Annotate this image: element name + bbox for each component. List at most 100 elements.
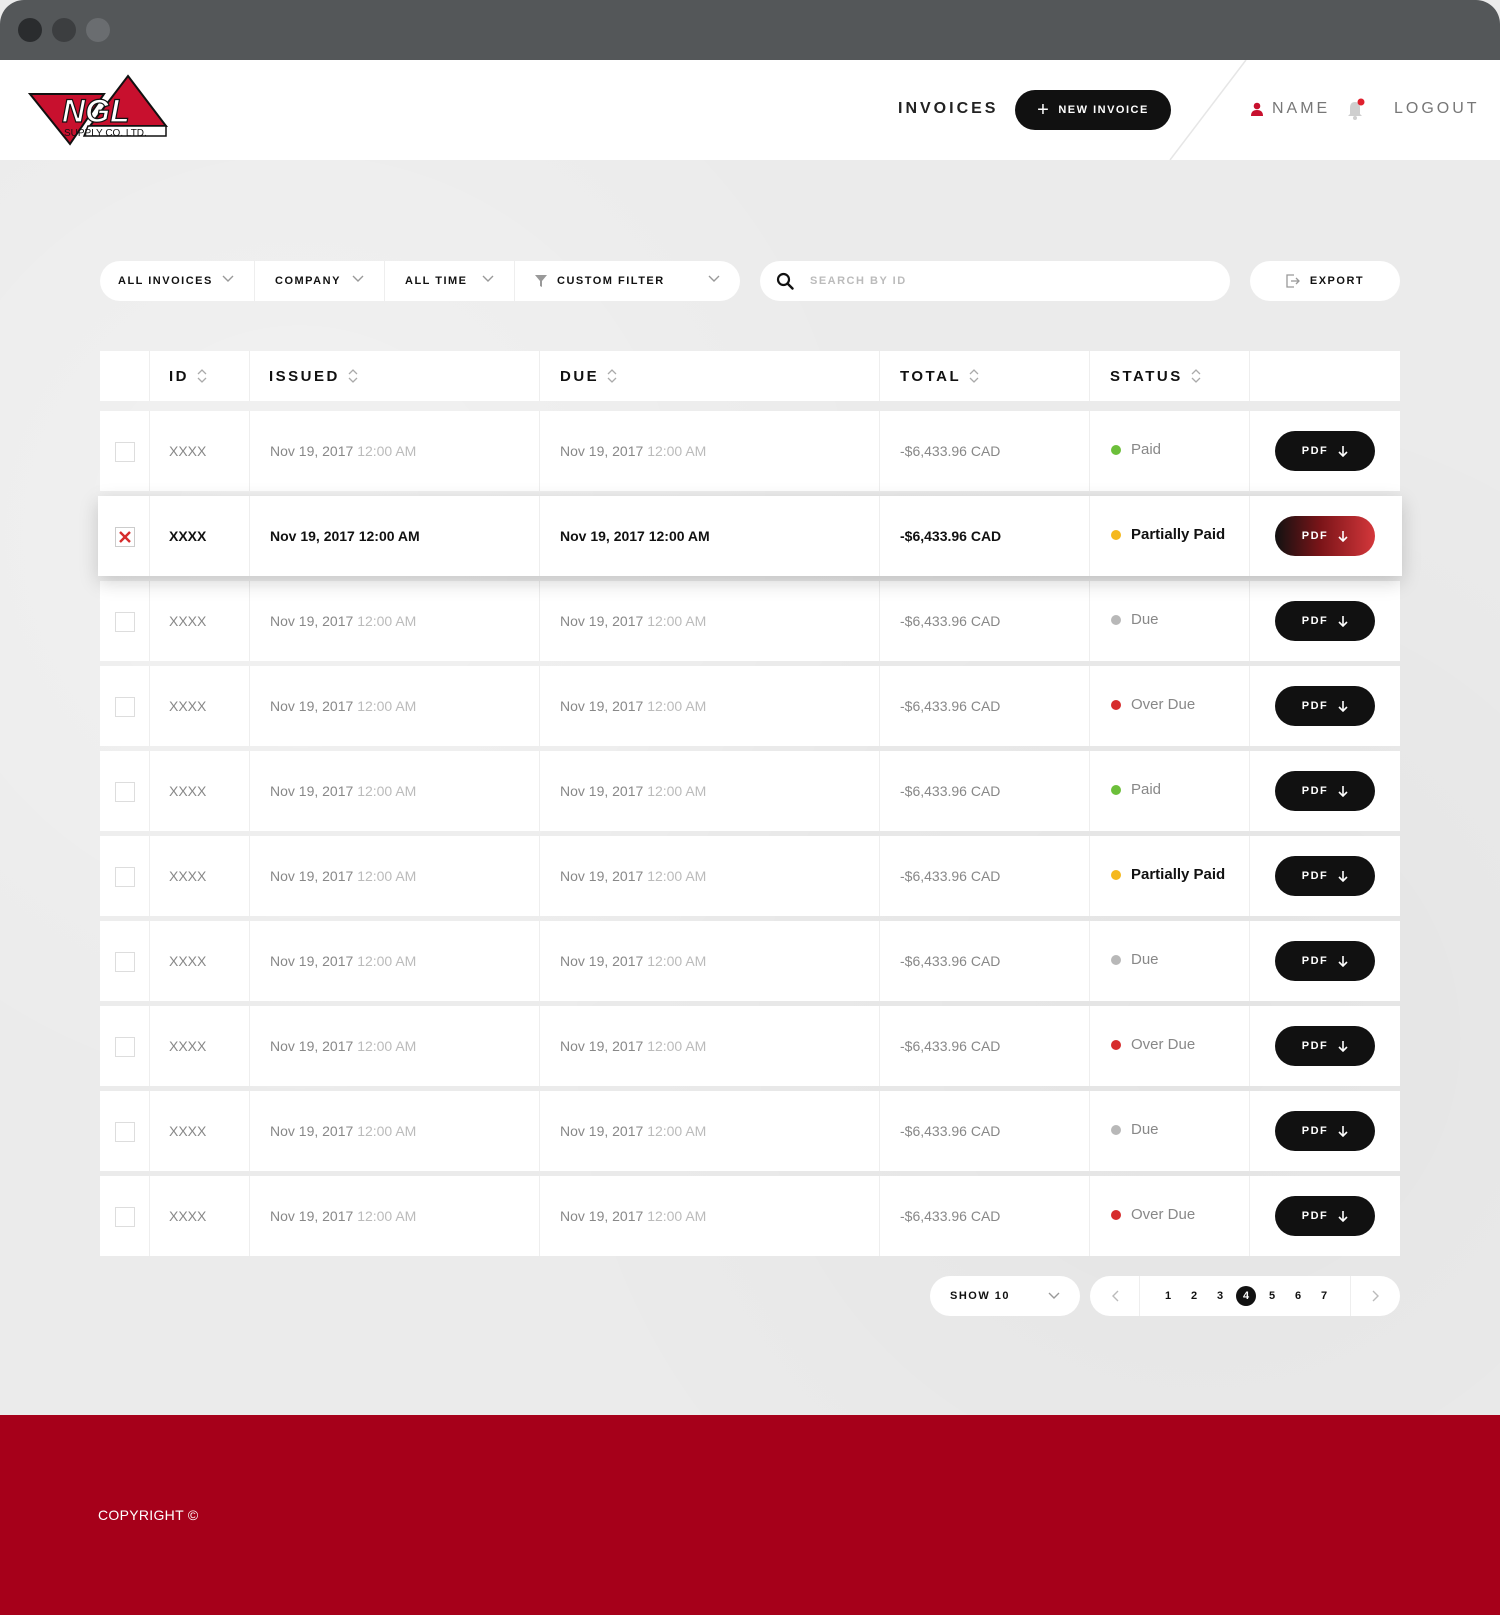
- due-time-value: 12:00 AM: [647, 1038, 707, 1054]
- logout-link[interactable]: LOGOUT: [1394, 100, 1480, 118]
- window-titlebar: [0, 0, 1500, 60]
- issued-time-value: 12:00 AM: [357, 783, 417, 799]
- issued-date: Nov 19, 2017 12:00 AM: [270, 528, 420, 544]
- column-divider: [249, 921, 250, 1001]
- arrow-down-icon: [1338, 616, 1348, 627]
- pdf-download-button[interactable]: PDF: [1275, 516, 1375, 556]
- table-row[interactable]: XXXX Nov 19, 2017 12:00 AM Nov 19, 2017 12…: [100, 1176, 1400, 1256]
- due-date: Nov 19, 2017 12:00 AM: [560, 528, 710, 544]
- user-name-label: NAME: [1272, 100, 1331, 117]
- pdf-download-button[interactable]: PDF: [1275, 1196, 1375, 1236]
- window-maximize-button[interactable]: [86, 18, 110, 42]
- table-row[interactable]: XXXX Nov 19, 2017 12:00 AM Nov 19, 2017 12…: [100, 1006, 1400, 1086]
- column-divider: [879, 836, 880, 916]
- status-label: Partially Paid: [1131, 866, 1226, 883]
- pdf-download-button[interactable]: PDF: [1275, 771, 1375, 811]
- page-number-button[interactable]: 1: [1158, 1286, 1178, 1306]
- invoice-total: -$6,433.96 CAD: [900, 1038, 1001, 1054]
- table-row[interactable]: XXXX Nov 19, 2017 12:00 AM Nov 19, 2017 12…: [100, 836, 1400, 916]
- table-row[interactable]: XXXX Nov 19, 2017 12:00 AM Nov 19, 2017 12…: [100, 411, 1400, 491]
- pdf-download-button[interactable]: PDF: [1275, 1111, 1375, 1151]
- page-number-button[interactable]: 7: [1314, 1286, 1334, 1306]
- row-checkbox[interactable]: [115, 867, 135, 887]
- company-dropdown[interactable]: COMPANY: [255, 261, 385, 301]
- due-time-value: 12:00 AM: [647, 953, 707, 969]
- row-checkbox[interactable]: [115, 952, 135, 972]
- column-divider: [1089, 411, 1090, 491]
- row-checkbox[interactable]: [115, 697, 135, 717]
- table-row[interactable]: XXXX Nov 19, 2017 12:00 AM Nov 19, 2017 12…: [100, 581, 1400, 661]
- table-row[interactable]: XXXX Nov 19, 2017 12:00 AM Nov 19, 2017 12…: [100, 666, 1400, 746]
- page-number-button[interactable]: 2: [1184, 1286, 1204, 1306]
- due-time-value: 12:00 AM: [647, 1123, 707, 1139]
- column-divider: [1249, 351, 1250, 401]
- pdf-label: PDF: [1301, 700, 1329, 712]
- table-row[interactable]: XXXX Nov 19, 2017 12:00 AM Nov 19, 2017 12…: [100, 1091, 1400, 1171]
- row-checkbox[interactable]: [115, 1037, 135, 1057]
- pdf-download-button[interactable]: PDF: [1275, 601, 1375, 641]
- invoice-total: -$6,433.96 CAD: [900, 443, 1001, 459]
- column-header-total[interactable]: TOTAL: [900, 351, 979, 401]
- pdf-download-button[interactable]: PDF: [1275, 686, 1375, 726]
- column-header-due[interactable]: DUE: [560, 351, 617, 401]
- row-checkbox[interactable]: [115, 527, 135, 547]
- window-minimize-button[interactable]: [52, 18, 76, 42]
- user-menu[interactable]: NAME: [1250, 100, 1330, 118]
- all-time-dropdown[interactable]: ALL TIME: [385, 261, 515, 301]
- invoice-id: XXXX: [169, 868, 207, 884]
- table-row[interactable]: XXXX Nov 19, 2017 12:00 AM Nov 19, 2017 12…: [100, 751, 1400, 831]
- column-divider: [1249, 496, 1250, 576]
- column-divider: [879, 496, 880, 576]
- page-number-button[interactable]: 6: [1288, 1286, 1308, 1306]
- prev-page-button[interactable]: [1090, 1276, 1140, 1316]
- all-invoices-dropdown[interactable]: ALL INVOICES: [100, 261, 255, 301]
- next-page-button[interactable]: [1350, 1276, 1400, 1316]
- due-date-value: Nov 19, 2017: [560, 443, 644, 459]
- ngl-logo[interactable]: NGL SUPPLY CO. LTD.: [28, 74, 174, 148]
- pdf-download-button[interactable]: PDF: [1275, 941, 1375, 981]
- window-close-button[interactable]: [18, 18, 42, 42]
- invoice-id: XXXX: [169, 528, 207, 544]
- invoice-id: XXXX: [169, 613, 207, 629]
- pdf-download-button[interactable]: PDF: [1275, 856, 1375, 896]
- issued-time-value: 12:00 AM: [357, 1038, 417, 1054]
- issued-date: Nov 19, 2017 12:00 AM: [270, 1123, 416, 1139]
- pdf-label: PDF: [1301, 530, 1329, 542]
- page-number-button[interactable]: 4: [1236, 1286, 1256, 1306]
- column-header-id[interactable]: ID: [169, 351, 207, 401]
- pdf-label: PDF: [1301, 445, 1329, 457]
- status-dot-icon: [1111, 1209, 1121, 1220]
- search-input[interactable]: [810, 261, 1210, 301]
- row-checkbox[interactable]: [115, 1122, 135, 1142]
- row-checkbox[interactable]: [115, 612, 135, 632]
- invoice-id: XXXX: [169, 698, 207, 714]
- column-divider: [539, 351, 540, 401]
- new-invoice-button[interactable]: + NEW INVOICE: [1015, 90, 1171, 130]
- sort-icon: [197, 369, 207, 383]
- pdf-download-button[interactable]: PDF: [1275, 431, 1375, 471]
- nav-invoices-link[interactable]: INVOICES: [898, 100, 998, 118]
- column-divider: [149, 751, 150, 831]
- column-divider: [249, 411, 250, 491]
- row-checkbox[interactable]: [115, 1207, 135, 1227]
- page-number-button[interactable]: 5: [1262, 1286, 1282, 1306]
- column-header-status[interactable]: STATUS: [1110, 351, 1201, 401]
- show-per-page-dropdown[interactable]: SHOW 10: [930, 1276, 1080, 1316]
- table-row[interactable]: XXXX Nov 19, 2017 12:00 AM Nov 19, 2017 12…: [98, 496, 1402, 576]
- status-dot-icon: [1111, 529, 1121, 540]
- export-button[interactable]: EXPORT: [1250, 261, 1400, 301]
- custom-filter-label: CUSTOM FILTER: [557, 275, 665, 287]
- pdf-download-button[interactable]: PDF: [1275, 1026, 1375, 1066]
- custom-filter-dropdown[interactable]: CUSTOM FILTER: [515, 261, 740, 301]
- page-number-button[interactable]: 3: [1210, 1286, 1230, 1306]
- column-divider: [1089, 921, 1090, 1001]
- column-divider: [539, 666, 540, 746]
- due-time-value: 12:00 AM: [647, 443, 707, 459]
- issued-time-value: 12:00 AM: [357, 1208, 417, 1224]
- column-header-issued[interactable]: ISSUED: [269, 351, 358, 401]
- row-checkbox[interactable]: [115, 782, 135, 802]
- row-checkbox[interactable]: [115, 442, 135, 462]
- bell-notification-icon[interactable]: [1346, 98, 1366, 120]
- header-divider: [1169, 60, 1247, 160]
- table-row[interactable]: XXXX Nov 19, 2017 12:00 AM Nov 19, 2017 12…: [100, 921, 1400, 1001]
